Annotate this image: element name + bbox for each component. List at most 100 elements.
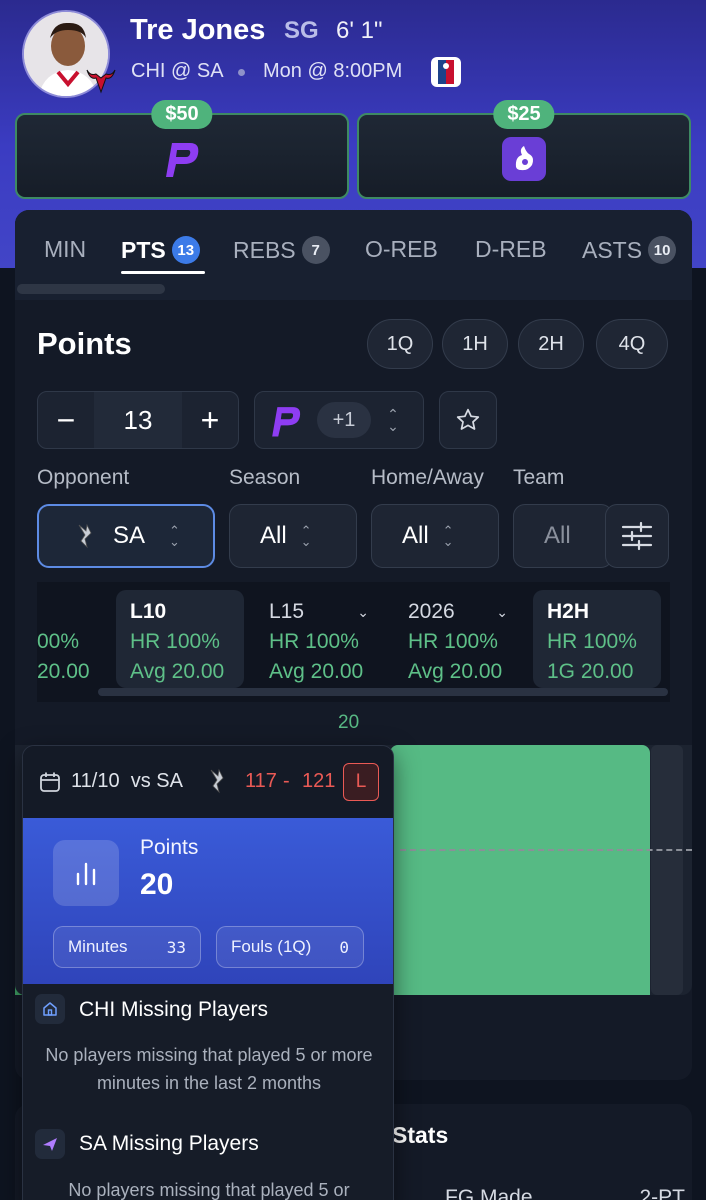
separator-dot <box>238 69 245 76</box>
season-label: Season <box>229 466 301 489</box>
sa-missing-title: SA Missing Players <box>79 1132 259 1155</box>
tab-d-reb[interactable]: D-REB <box>475 236 547 263</box>
home-away-label: Home/Away <box>371 466 484 489</box>
opponent-value: SA <box>113 522 146 549</box>
period-2h-button[interactable]: 2H <box>518 319 584 369</box>
sliders-icon <box>621 521 653 551</box>
line-stepper: − 13 + <box>37 391 239 449</box>
tab-label: REBS <box>233 236 296 263</box>
increment-button[interactable]: + <box>182 392 238 448</box>
line-value[interactable]: 13 <box>94 392 182 448</box>
tooltip-header: 11/10 vs SA 117 - 121 L <box>23 746 393 818</box>
game-date: 11/10 vs SA <box>71 770 183 792</box>
chart-bar-track <box>651 745 683 995</box>
active-tab-indicator <box>121 271 205 274</box>
decrement-button[interactable]: − <box>38 392 94 448</box>
advanced-filters-button[interactable] <box>605 504 669 568</box>
favorite-star-button[interactable] <box>439 391 497 449</box>
hit-rate-card-h2h[interactable]: H2H HR 100% 1G 20.00 <box>533 590 661 688</box>
tab-asts[interactable]: ASTS 10 <box>582 236 677 264</box>
hit-rate-title: H2H <box>547 600 590 623</box>
hit-rate-card-season[interactable]: 2026 ⌄ HR 100% Avg 20.00 <box>394 590 522 688</box>
calendar-icon <box>40 772 60 792</box>
chi-missing-text: No players missing that played 5 or more… <box>45 1045 373 1093</box>
tabs-scrollbar[interactable] <box>17 284 165 294</box>
team-value: All <box>544 522 571 549</box>
player-prop-page: Tre Jones SG 6' 1" CHI @ SA Mon @ 8:00PM… <box>0 0 706 1200</box>
hit-rate-average: 20.00 <box>37 660 90 683</box>
bar-data-label: 20 <box>338 712 360 733</box>
period-1q-button[interactable]: 1Q <box>367 319 433 369</box>
section-title: Points <box>37 326 132 361</box>
player-position: SG <box>284 17 319 44</box>
tab-pts[interactable]: PTS 13 <box>121 236 200 264</box>
minutes-value: 33 <box>166 937 186 957</box>
stats-row-label: FG Made <box>445 1186 533 1200</box>
stat-panel: Points 20 Minutes 33 Fouls (1Q) 0 <box>23 818 393 984</box>
chi-missing-title: CHI Missing Players <box>79 998 269 1021</box>
tab-count-badge: 13 <box>171 236 200 264</box>
player-height: 6' 1" <box>336 17 383 44</box>
hit-rate-value: HR 100% <box>547 630 637 653</box>
prop-line-marker <box>400 848 692 851</box>
result-badge: L <box>343 763 379 801</box>
bulls-logo-icon <box>84 66 118 98</box>
hit-rate-value: HR 100% <box>269 630 359 653</box>
season-select[interactable]: All ⌃ ⌄ <box>229 504 357 568</box>
promo-amount-badge: $50 <box>151 100 213 129</box>
nba-logo-icon <box>431 57 461 87</box>
tab-label: PTS <box>121 236 166 263</box>
team-select[interactable]: All <box>513 504 613 568</box>
score-separator: - <box>283 770 290 792</box>
game-tooltip: 11/10 vs SA 117 - 121 L Points 20 Minute… <box>22 745 394 1200</box>
plane-icon <box>35 1129 65 1159</box>
hit-rate-strip: 00% 20.00 L10 HR 100% Avg 20.00 L15 ⌄ HR … <box>37 582 670 702</box>
period-1h-button[interactable]: 1H <box>442 319 508 369</box>
hit-rate-value: HR 100% <box>130 630 220 653</box>
opponent-score: 121 <box>302 770 336 792</box>
hit-rate-average: 1G 20.00 <box>547 660 634 683</box>
home-icon <box>35 994 65 1024</box>
minutes-chip: Minutes 33 <box>53 926 201 968</box>
tab-label: ASTS <box>582 236 643 263</box>
star-icon <box>456 408 480 430</box>
prizepicks-logo-icon <box>267 402 305 440</box>
tab-label: O-REB <box>365 236 438 262</box>
hit-rate-value: 00% <box>37 630 80 653</box>
prizepicks-promo-card[interactable]: $50 <box>15 100 349 199</box>
hit-rate-card-l15[interactable]: L15 ⌄ HR 100% Avg 20.00 <box>255 590 383 688</box>
fouls-label: Fouls (1Q) <box>231 937 312 956</box>
hit-rate-scrollbar[interactable] <box>98 688 668 696</box>
opponent-select[interactable]: SA ⌃ ⌄ <box>37 504 215 568</box>
hit-rate-title <box>37 600 89 624</box>
stat-value: 20 <box>140 868 174 901</box>
spurs-logo-icon <box>210 768 224 794</box>
season-value: All <box>260 522 287 549</box>
prizepicks-logo-icon <box>160 137 204 181</box>
chart-bar[interactable] <box>390 745 650 995</box>
period-4q-button[interactable]: 4Q <box>596 319 668 369</box>
chevron-down-icon: ⌄ <box>357 603 369 620</box>
opponent-label: Opponent <box>37 466 130 489</box>
stats-row-right: 2-PT <box>639 1186 685 1200</box>
underdog-promo-card[interactable]: $25 <box>357 100 691 199</box>
player-name: Tre Jones <box>130 14 266 46</box>
fouls-chip: Fouls (1Q) 0 <box>216 926 364 968</box>
team-label: Team <box>513 466 565 489</box>
hit-rate-title: L15 <box>269 600 305 623</box>
tab-label: D-REB <box>475 236 547 262</box>
hit-rate-card-l5[interactable]: 00% 20.00 <box>37 590 103 688</box>
chevron-down-icon: ⌄ <box>496 603 508 620</box>
bar-chart-icon <box>53 840 119 906</box>
stats-row: FG Made 2-PT <box>445 1186 685 1200</box>
team-score: 117 <box>245 770 277 792</box>
hit-rate-average: Avg 20.00 <box>408 660 503 683</box>
stat-name: Points <box>140 836 199 859</box>
hit-rate-title: 2026 <box>408 600 455 623</box>
tab-min[interactable]: MIN <box>44 236 86 263</box>
home-away-select[interactable]: All ⌃ ⌄ <box>371 504 499 568</box>
sportsbook-select[interactable]: +1 ⌃ ⌄ <box>254 391 424 449</box>
hit-rate-card-l10[interactable]: L10 HR 100% Avg 20.00 <box>116 590 244 688</box>
tab-rebs[interactable]: REBS 7 <box>233 236 330 264</box>
tab-o-reb[interactable]: O-REB <box>365 236 438 263</box>
